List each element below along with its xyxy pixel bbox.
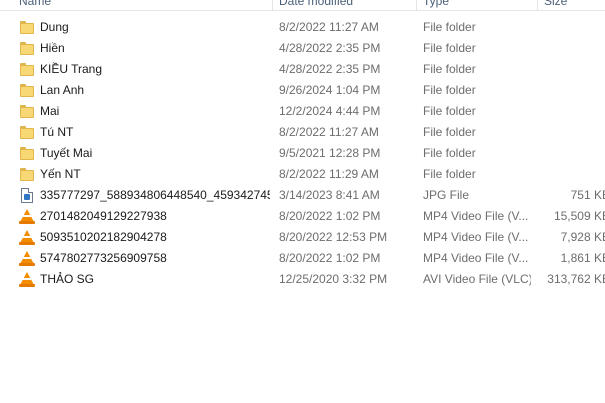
file-name: Dung [40, 20, 69, 34]
file-date-modified: 8/20/2022 1:02 PM [279, 209, 381, 223]
file-type: JPG File [423, 188, 470, 202]
file-row[interactable]: Dung 8/2/2022 11:27 AM File folder [0, 17, 605, 38]
file-date-modified: 4/28/2022 2:35 PM [279, 41, 381, 55]
file-row[interactable]: THẢO SG 12/25/2020 3:32 PM AVI Video File … [0, 269, 605, 290]
file-type: AVI Video File (VLC) [423, 272, 531, 286]
file-type: File folder [423, 20, 476, 34]
file-type: File folder [423, 41, 476, 55]
file-size [540, 38, 605, 59]
file-size [540, 17, 605, 38]
file-date-modified: 3/14/2023 8:41 AM [279, 188, 380, 202]
folder-icon [19, 167, 35, 183]
file-name: 335777297_588934806448540_4593427457... [40, 188, 270, 202]
file-name: Hiền [40, 41, 65, 55]
column-header-date[interactable]: Date modified [273, 0, 416, 10]
file-row[interactable]: Tuyết Mai 9/5/2021 12:28 PM File folder [0, 143, 605, 164]
file-type: MP4 Video File (V... [423, 230, 529, 244]
file-type: File folder [423, 146, 476, 160]
file-date-modified: 9/26/2024 1:04 PM [279, 83, 381, 97]
file-size: 15,509 KB [553, 209, 605, 223]
file-type: File folder [423, 104, 476, 118]
column-header-bar: Name Date modified Type Size [0, 0, 605, 11]
file-date-modified: 8/20/2022 12:53 PM [279, 230, 388, 244]
vlc-icon [19, 272, 35, 288]
file-name: Yến NT [40, 167, 81, 181]
file-type: File folder [423, 167, 476, 181]
file-name: KIỀU Trang [40, 62, 103, 76]
file-size [540, 80, 605, 101]
folder-icon [19, 62, 35, 78]
file-date-modified: 8/2/2022 11:29 AM [279, 167, 379, 181]
file-size [540, 143, 605, 164]
file-row[interactable]: Lan Anh 9/26/2024 1:04 PM File folder [0, 80, 605, 101]
file-date-modified: 12/2/2024 4:44 PM [279, 104, 381, 118]
file-row[interactable]: 335777297_588934806448540_4593427457... 3… [0, 185, 605, 206]
file-date-modified: 8/2/2022 11:27 AM [279, 20, 379, 34]
folder-icon [19, 83, 35, 99]
file-type: MP4 Video File (V... [423, 209, 529, 223]
file-type: File folder [423, 125, 476, 139]
file-date-modified: 9/5/2021 12:28 PM [279, 146, 381, 160]
file-name: THẢO SG [40, 272, 95, 286]
file-name: Mai [40, 104, 60, 118]
file-type: File folder [423, 83, 476, 97]
vlc-icon [19, 230, 35, 246]
file-type: MP4 Video File (V... [423, 251, 529, 265]
file-row[interactable]: KIỀU Trang 4/28/2022 2:35 PM File folder [0, 59, 605, 80]
file-date-modified: 4/28/2022 2:35 PM [279, 62, 381, 76]
folder-icon [19, 41, 35, 57]
file-row[interactable]: 5093510202182904278 8/20/2022 12:53 PM MP4… [0, 227, 605, 248]
vlc-icon [19, 251, 35, 267]
file-size: 7,928 KB [560, 230, 605, 244]
file-date-modified: 8/20/2022 1:02 PM [279, 251, 381, 265]
file-row[interactable]: Mai 12/2/2024 4:44 PM File folder [0, 101, 605, 122]
file-size: 313,762 KB [547, 272, 605, 286]
file-date-modified: 8/2/2022 11:27 AM [279, 125, 379, 139]
file-name: 5747802773256909758 [40, 251, 167, 265]
file-row[interactable]: 5747802773256909758 8/20/2022 1:02 PM MP4 … [0, 248, 605, 269]
jpg-file-icon [19, 188, 35, 204]
file-size [540, 101, 605, 122]
file-date-modified: 12/25/2020 3:32 PM [279, 272, 388, 286]
file-name: 5093510202182904278 [40, 230, 167, 244]
folder-icon [19, 20, 35, 36]
folder-icon [19, 146, 35, 162]
file-size [540, 122, 605, 143]
column-header-type[interactable]: Type [417, 0, 537, 10]
folder-icon [19, 125, 35, 141]
file-type: File folder [423, 62, 476, 76]
file-size: 1,861 KB [560, 251, 605, 265]
column-header-name[interactable]: Name [13, 0, 271, 10]
file-name: Tuyết Mai [40, 146, 93, 160]
file-size [540, 59, 605, 80]
file-row[interactable]: Hiền 4/28/2022 2:35 PM File folder [0, 38, 605, 59]
file-name: Tú NT [40, 125, 74, 139]
folder-icon [19, 104, 35, 120]
file-name: 2701482049129227938 [40, 209, 167, 223]
file-size [540, 164, 605, 185]
file-size: 751 KB [570, 188, 605, 202]
file-row[interactable]: Yến NT 8/2/2022 11:29 AM File folder [0, 164, 605, 185]
file-row[interactable]: Tú NT 8/2/2022 11:27 AM File folder [0, 122, 605, 143]
file-name: Lan Anh [40, 83, 85, 97]
vlc-icon [19, 209, 35, 225]
column-header-size[interactable]: Size [538, 0, 605, 10]
file-row[interactable]: 2701482049129227938 8/20/2022 1:02 PM MP4 … [0, 206, 605, 227]
